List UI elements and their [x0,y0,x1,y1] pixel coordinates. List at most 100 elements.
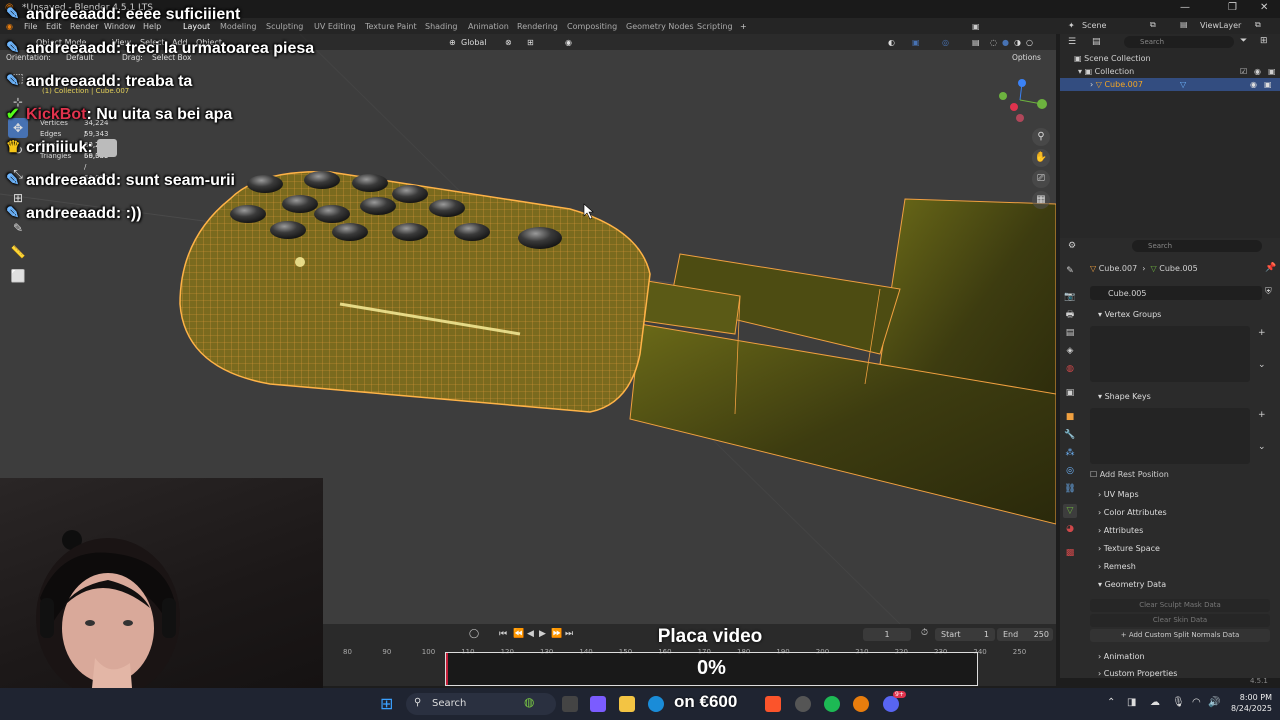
view-layer-name[interactable]: ViewLayer [1200,21,1241,30]
panel-animation[interactable]: › Animation [1098,652,1145,661]
new-view-layer-icon[interactable]: ⧉ [1255,20,1261,30]
new-collection-icon[interactable]: ⊞ [1260,36,1268,46]
end-frame-field[interactable]: End 250 [997,628,1053,641]
tab-scripting[interactable]: Scripting [697,22,733,31]
spotify-icon[interactable] [824,696,840,712]
wifi-icon[interactable]: ◠ [1192,697,1201,708]
file-explorer-icon[interactable] [619,696,635,712]
xray-icon[interactable]: ▤ [972,38,980,47]
pin-icon[interactable]: 📌 [1265,263,1276,273]
tray-network-icon[interactable]: ☁ [1150,697,1160,708]
play-reverse-icon[interactable]: ◀ [527,629,534,639]
tab-particles-icon[interactable]: ⁂ [1063,446,1077,460]
add-icon[interactable]: + [1258,410,1266,420]
filter-icon[interactable]: ⏷ [1240,36,1247,46]
tab-view-layer-icon[interactable]: ▤ [1063,326,1077,340]
taskbar-clock[interactable]: 8:00 PM 8/24/2025 [1222,692,1272,714]
panel-custom-properties[interactable]: › Custom Properties [1098,669,1177,677]
add-icon[interactable]: + [1258,328,1266,338]
snap-icon[interactable]: ⊞ [527,38,534,47]
panel-shape-keys[interactable]: ▾ Shape Keys [1098,392,1151,401]
tab-constraints-icon[interactable]: ⛓ [1063,482,1077,496]
clear-sculpt-mask-button[interactable]: Clear Sculpt Mask Data [1090,599,1270,612]
chevron-down-icon[interactable]: ⌄ [1258,360,1266,370]
tab-sculpting[interactable]: Sculpting [266,22,303,31]
measure-tool-icon[interactable]: 📏 [8,242,28,262]
new-scene-icon[interactable]: ⧉ [1150,20,1156,30]
add-rest-position-checkbox[interactable]: ☐ Add Rest Position [1090,470,1169,479]
maximize-icon[interactable]: ❐ [1228,2,1237,13]
shading-solid-icon[interactable]: ● [1002,38,1009,47]
pan-hand-icon[interactable]: ✋ [1032,149,1050,167]
volume-icon[interactable]: 🔊 [1208,697,1220,708]
transform-orientation[interactable]: Global [461,38,487,47]
perspective-grid-icon[interactable]: ▦ [1032,191,1050,209]
prev-keyframe-icon[interactable]: ⏪ [513,629,524,639]
properties-search-input[interactable]: Search [1132,240,1262,252]
tab-collection-icon[interactable]: ▣ [1063,386,1077,400]
close-icon[interactable]: ✕ [1260,2,1268,13]
task-view-icon[interactable] [562,696,578,712]
tab-world-icon[interactable]: ◍ [1063,362,1077,376]
mesh-data-name-field[interactable]: Cube.005 [1090,286,1262,300]
obs-icon[interactable] [795,696,811,712]
properties-editor-icon[interactable]: ⚙ [1068,241,1076,251]
add-custom-split-normals-button[interactable]: + Add Custom Split Normals Data [1090,629,1270,642]
tab-physics-icon[interactable]: ◎ [1063,464,1077,478]
proportional-icon[interactable]: ◉ [565,38,572,47]
tab-modifiers-icon[interactable]: 🔧 [1063,428,1077,442]
next-keyframe-icon[interactable]: ⏩ [551,629,562,639]
copilot-icon[interactable] [590,696,606,712]
shading-rendered-icon[interactable]: ○ [1026,38,1033,47]
tab-render-icon[interactable]: 📷 [1063,290,1077,304]
edge-browser-icon[interactable] [648,696,664,712]
tab-tool-icon[interactable]: ✎ [1063,264,1077,278]
discord-icon[interactable] [883,696,899,712]
gizmo-toggle-icon[interactable]: ▣ [912,38,920,47]
scene-selector-icon[interactable]: ▣ [972,22,980,31]
record-icon[interactable]: ◯ [469,629,479,639]
clear-skin-button[interactable]: Clear Skin Data [1090,614,1270,627]
panel-color-attributes[interactable]: › Color Attributes [1098,508,1167,517]
outliner-item-scene-collection[interactable]: ▣ Scene Collection [1074,54,1151,63]
visibility-icon[interactable]: ◐ [888,38,895,47]
camera-view-icon[interactable]: ⎚ [1032,170,1050,188]
vertex-groups-list[interactable] [1090,326,1250,382]
tab-output-icon[interactable]: 🖶 [1063,308,1077,322]
tab-geometry-nodes[interactable]: Geometry Nodes [626,22,693,31]
zoom-icon[interactable]: ⚲ [1032,128,1050,146]
blender-taskbar-icon[interactable] [853,696,869,712]
tab-compositing[interactable]: Compositing [567,22,617,31]
outliner-item-cube-007[interactable]: › ▽ Cube.007 ▽ ◉ ▣ [1060,78,1280,91]
panel-remesh[interactable]: › Remesh [1098,562,1136,571]
brave-browser-icon[interactable] [765,696,781,712]
outliner-item-collection[interactable]: ▾ ▣ Collection ☑ ◉ ▣ [1078,67,1276,76]
microphone-icon[interactable]: 🎙 [1172,697,1185,708]
tab-shading[interactable]: Shading [425,22,458,31]
chevron-down-icon[interactable]: ⌄ [1258,442,1266,452]
panel-texture-space[interactable]: › Texture Space [1098,544,1160,553]
jump-start-icon[interactable]: ⏮ [499,629,507,639]
minimize-icon[interactable]: — [1180,2,1190,13]
tab-animation[interactable]: Animation [468,22,509,31]
windows-start-icon[interactable]: ⊞ [380,696,396,712]
tab-scene-icon[interactable]: ◈ [1063,344,1077,358]
add-cube-tool-icon[interactable]: ⬜ [8,266,28,286]
current-frame-field[interactable]: 1 [863,628,911,641]
panel-uv-maps[interactable]: › UV Maps [1098,490,1139,499]
play-icon[interactable]: ▶ [539,629,546,639]
add-workspace-icon[interactable]: + [740,22,747,31]
scene-name[interactable]: Scene [1082,21,1106,30]
tab-texture-paint[interactable]: Texture Paint [365,22,417,31]
panel-geometry-data[interactable]: ▾ Geometry Data [1098,580,1166,589]
panel-attributes[interactable]: › Attributes [1098,526,1143,535]
pivot-icon[interactable]: ⊗ [505,38,512,47]
tab-uv-editing[interactable]: UV Editing [314,22,356,31]
outliner-search-input[interactable]: Search [1124,36,1234,48]
tab-object-icon[interactable]: ■ [1063,410,1077,424]
overlay-toggle-icon[interactable]: ◎ [942,38,949,47]
panel-vertex-groups[interactable]: ▾ Vertex Groups [1098,310,1161,319]
outliner-editor-icon[interactable]: ☰ [1068,37,1076,47]
shield-icon[interactable]: ⛨ [1265,287,1272,297]
options-dropdown[interactable]: Options [1012,53,1041,62]
